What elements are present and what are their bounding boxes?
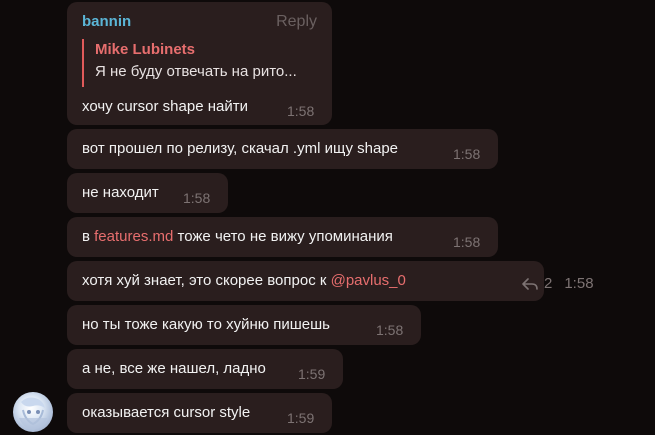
sender-name[interactable]: bannin [82,12,131,32]
reply-count: 2 [544,275,553,292]
user-avatar[interactable] [13,392,53,432]
message-time: 1:58 [453,146,481,162]
message-time: 1:58 [453,234,481,250]
message-bubble[interactable]: не находит 1:58 [67,173,228,213]
quote-text: Я не буду отвечать на рито... [95,63,297,80]
message-time: 1:58 [183,190,211,206]
message-time: 1:59 [298,366,326,382]
reply-arrow-icon [522,278,538,290]
chat-history[interactable]: bannin Reply Mike Lubinets Я не буду отв… [0,0,655,435]
message-time: 1:58 [376,322,404,338]
replies-counter[interactable]: 2 1:58 [522,274,594,294]
message-text: не находит [82,184,159,201]
message-bubble[interactable]: а не, все же нашел, ладно 1:59 [67,349,343,389]
message-text: а не, все же нашел, ладно [82,360,266,377]
quote-author: Mike Lubinets [95,41,196,58]
message-text: хотя хуй знает, это скорее вопрос к @pav… [82,272,406,289]
message-time: 1:58 [564,275,594,292]
file-link[interactable]: features.md [94,228,173,245]
message-text: в features.md тоже чето не вижу упоминан… [82,228,393,245]
message-text: хочу cursor shape найти [82,98,248,115]
message-time: 1:59 [287,410,315,426]
message-bubble[interactable]: в features.md тоже чето не вижу упоминан… [67,217,498,257]
message-text: но ты тоже какую то хуйню пишешь [82,316,330,333]
message-text: вот прошел по релизу, скачал .yml ищу sh… [82,140,399,157]
message-bubble[interactable]: оказывается cursor style 1:59 [67,393,332,433]
message-bubble[interactable]: bannin Reply Mike Lubinets Я не буду отв… [67,2,332,125]
message-bubble[interactable]: хотя хуй знает, это скорее вопрос к @pav… [67,261,594,301]
message-text: оказывается cursor style [82,404,251,421]
quoted-message[interactable]: Mike Lubinets Я не буду отвечать на рито… [82,39,297,87]
message-bubble[interactable]: вот прошел по релизу, скачал .yml ищу sh… [67,129,498,169]
user-mention[interactable]: @pavlus_0 [331,272,406,289]
message-time: 1:58 [287,103,315,119]
reply-button[interactable]: Reply [276,12,317,32]
message-bubble[interactable]: но ты тоже какую то хуйню пишешь 1:58 [67,305,421,345]
